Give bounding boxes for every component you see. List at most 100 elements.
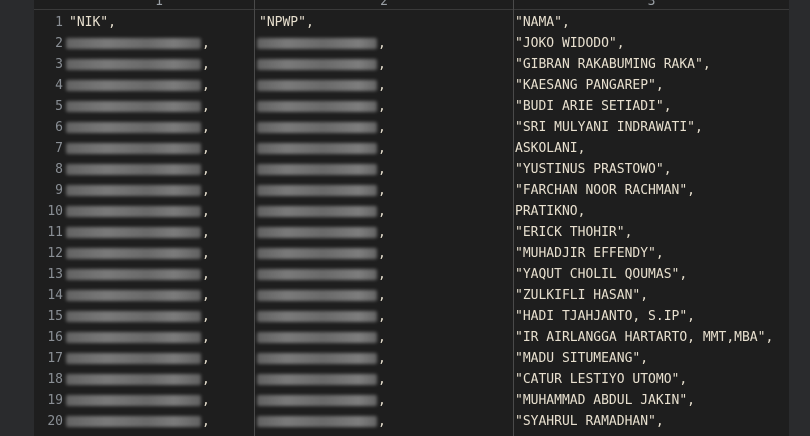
line-number: 5 <box>55 99 63 114</box>
cell-nama[interactable]: "IR AIRLANGGA HARTARTO, MMT,MBA", <box>515 327 773 348</box>
cell-nama[interactable]: PRATIKNO, <box>515 201 585 222</box>
redacted-nik-blur <box>66 374 201 385</box>
cell-nama[interactable]: "MADU SITUMEANG", <box>515 348 648 369</box>
table-row[interactable]: 9,, "FARCHAN NOOR RACHMAN", <box>34 180 789 201</box>
line-number: 7 <box>55 141 63 156</box>
cell-nama[interactable]: "FARCHAN NOOR RACHMAN", <box>515 180 695 201</box>
table-row[interactable]: 20,, "SYAHRUL RAMADHAN", <box>34 411 789 432</box>
cell-separator: , <box>378 267 386 282</box>
table-row[interactable]: 3,, "GIBRAN RAKABUMING RAKA", <box>34 54 789 75</box>
table-row[interactable]: 2,, "JOKO WIDODO", <box>34 33 789 54</box>
line-number: 6 <box>55 120 63 135</box>
redacted-npwp-blur <box>257 290 377 301</box>
line-number: 20 <box>47 414 63 429</box>
cell-separator: , <box>202 78 210 93</box>
line-number: 4 <box>55 78 63 93</box>
table-row[interactable]: 12,, "MUHADJIR EFFENDY", <box>34 243 789 264</box>
cell-separator: , <box>202 204 210 219</box>
redacted-npwp-blur <box>257 80 377 91</box>
line-number: 1 <box>55 15 63 30</box>
cell-nama[interactable]: "KAESANG PANGAREP", <box>515 75 664 96</box>
redacted-nik-blur <box>66 101 201 112</box>
cell-nama[interactable]: "JOKO WIDODO", <box>515 33 625 54</box>
cell-nama[interactable]: ASKOLANI, <box>515 138 585 159</box>
table-row[interactable]: 5,, "BUDI ARIE SETIADI", <box>34 96 789 117</box>
redacted-nik-blur <box>66 206 201 217</box>
cell-nama[interactable]: "SRI MULYANI INDRAWATI", <box>515 117 703 138</box>
cell-separator: , <box>378 120 386 135</box>
column-header-1[interactable]: 1 <box>64 0 254 9</box>
redacted-npwp-blur <box>257 332 377 343</box>
line-number: 12 <box>47 246 63 261</box>
cell-separator: , <box>378 183 386 198</box>
cell-nama[interactable]: "YUSTINUS PRASTOWO", <box>515 159 672 180</box>
cell-nama[interactable]: "BUDI ARIE SETIADI", <box>515 96 672 117</box>
table-row[interactable]: 7,, ASKOLANI, <box>34 138 789 159</box>
cell-separator: , <box>202 246 210 261</box>
cell-separator: , <box>202 162 210 177</box>
line-number: 8 <box>55 162 63 177</box>
cell-separator: , <box>378 204 386 219</box>
cell-separator: , <box>202 183 210 198</box>
cell-nama[interactable]: "NAMA", <box>515 12 570 33</box>
table-row[interactable]: 8,, "YUSTINUS PRASTOWO", <box>34 159 789 180</box>
cell-nama[interactable]: "GIBRAN RAKABUMING RAKA", <box>515 54 711 75</box>
csv-editor[interactable]: 1 2 3 1 "NIK", "NPWP", "NAMA", 2,, "JOKO WIDO… <box>34 0 789 436</box>
cell-separator: , <box>202 141 210 156</box>
cell-npwp[interactable]: "NPWP", <box>259 12 314 33</box>
cell-nik[interactable]: "NIK", <box>69 12 116 33</box>
redacted-nik-blur <box>66 164 201 175</box>
table-row[interactable]: 14,, "ZULKIFLI HASAN", <box>34 285 789 306</box>
cell-separator: , <box>202 330 210 345</box>
redacted-nik-blur <box>66 311 201 322</box>
table-row[interactable]: 4,, "KAESANG PANGAREP", <box>34 75 789 96</box>
table-row[interactable]: 19,, "MUHAMMAD ABDUL JAKIN", <box>34 390 789 411</box>
line-number: 10 <box>47 204 63 219</box>
line-number: 9 <box>55 183 63 198</box>
table-row[interactable]: 13,, "YAQUT CHOLIL QOUMAS", <box>34 264 789 285</box>
redacted-nik-blur <box>66 143 201 154</box>
cell-separator: , <box>202 225 210 240</box>
cell-nama[interactable]: "YAQUT CHOLIL QOUMAS", <box>515 264 687 285</box>
table-row[interactable]: 6,, "SRI MULYANI INDRAWATI", <box>34 117 789 138</box>
table-row[interactable]: 17,, "MADU SITUMEANG", <box>34 348 789 369</box>
cell-nama[interactable]: "ZULKIFLI HASAN", <box>515 285 648 306</box>
redacted-nik-blur <box>66 290 201 301</box>
cell-nama[interactable]: "MUHAMMAD ABDUL JAKIN", <box>515 390 695 411</box>
redacted-nik-blur <box>66 269 201 280</box>
cell-separator: , <box>202 372 210 387</box>
cell-separator: , <box>202 393 210 408</box>
column-header-2[interactable]: 2 <box>255 0 513 9</box>
cell-nama[interactable]: "ERICK THOHIR", <box>515 222 632 243</box>
redacted-nik-blur <box>66 353 201 364</box>
table-row[interactable]: 15,, "HADI TJAHJANTO, S.IP", <box>34 306 789 327</box>
window-right-edge <box>789 0 810 436</box>
table-row[interactable]: 1 "NIK", "NPWP", "NAMA", <box>34 12 789 33</box>
redacted-npwp-blur <box>257 122 377 133</box>
cell-separator: , <box>378 351 386 366</box>
cell-separator: , <box>378 393 386 408</box>
column-header-3[interactable]: 3 <box>514 0 789 9</box>
cell-separator: , <box>202 120 210 135</box>
redacted-nik-blur <box>66 395 201 406</box>
cell-nama[interactable]: "HADI TJAHJANTO, S.IP", <box>515 306 695 327</box>
cell-nama[interactable]: "SYAHRUL RAMADHAN", <box>515 411 664 432</box>
redacted-nik-blur <box>66 227 201 238</box>
table-row[interactable]: 11,, "ERICK THOHIR", <box>34 222 789 243</box>
cell-separator: , <box>202 351 210 366</box>
cell-separator: , <box>378 414 386 429</box>
cell-separator: , <box>378 225 386 240</box>
cell-separator: , <box>378 372 386 387</box>
cell-nama[interactable]: "CATUR LESTIYO UTOMO", <box>515 369 687 390</box>
cell-separator: , <box>378 57 386 72</box>
cell-nama[interactable]: "MUHADJIR EFFENDY", <box>515 243 664 264</box>
table-row[interactable]: 10,, PRATIKNO, <box>34 201 789 222</box>
cell-separator: , <box>202 267 210 282</box>
table-row[interactable]: 18,, "CATUR LESTIYO UTOMO", <box>34 369 789 390</box>
table-row[interactable]: 16,, "IR AIRLANGGA HARTARTO, MMT,MBA", <box>34 327 789 348</box>
cell-separator: , <box>202 36 210 51</box>
line-number: 16 <box>47 330 63 345</box>
cell-separator: , <box>378 99 386 114</box>
line-number: 2 <box>55 36 63 51</box>
cell-separator: , <box>378 246 386 261</box>
